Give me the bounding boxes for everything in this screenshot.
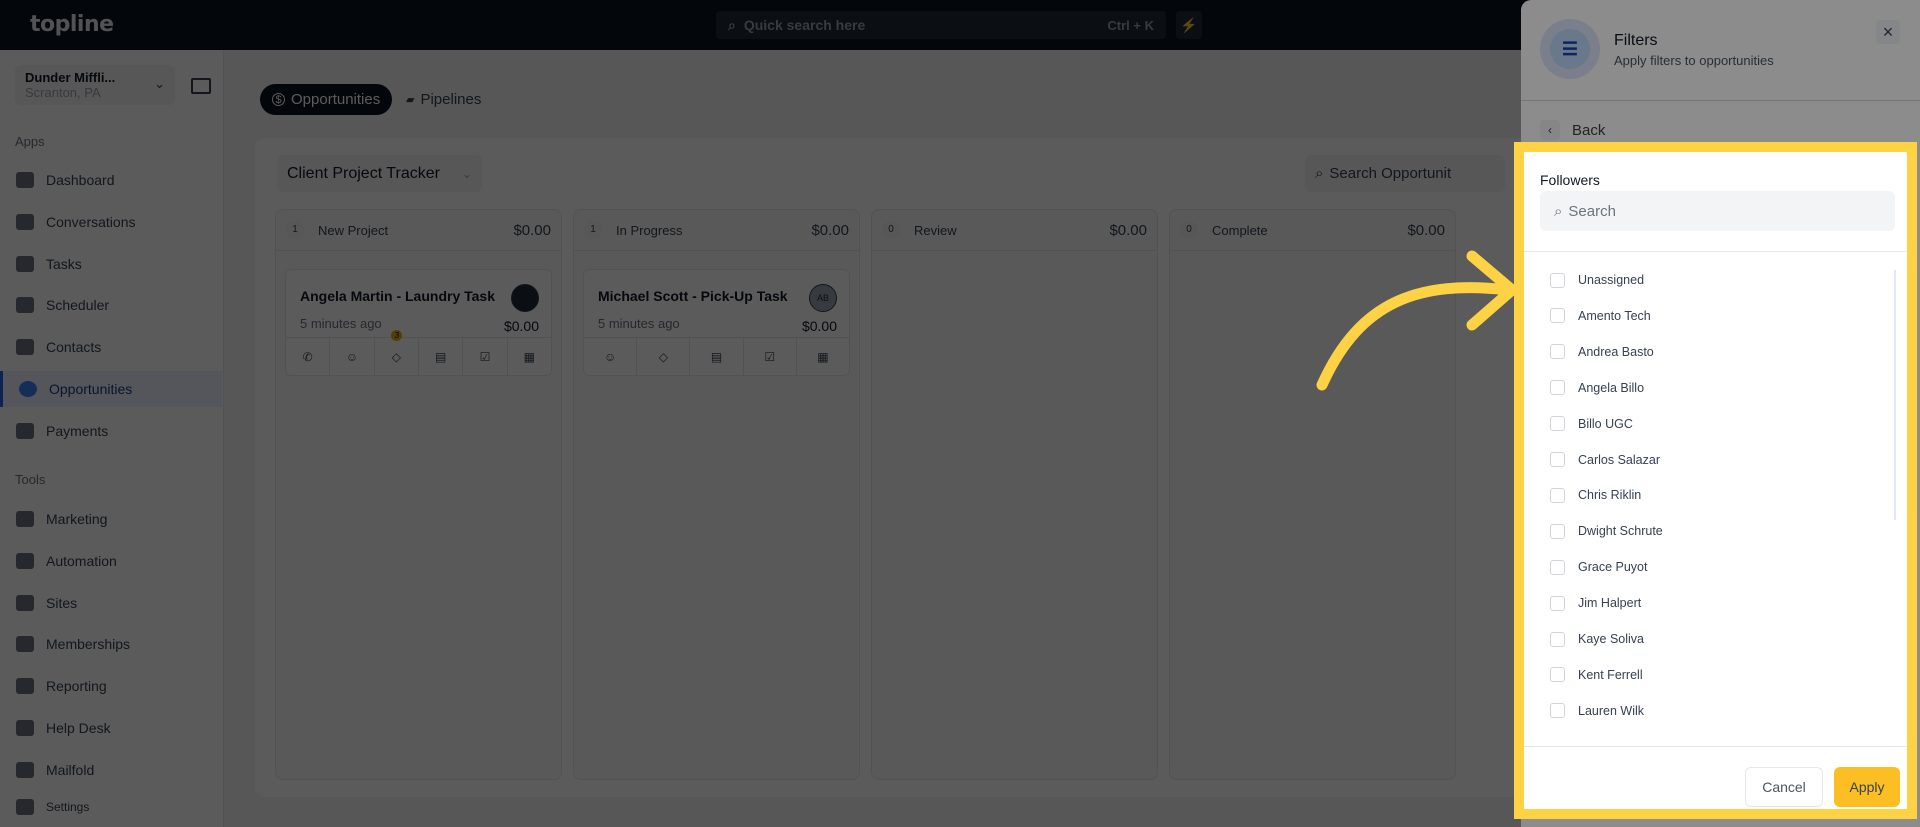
pointer-arrow-icon xyxy=(1316,250,1518,391)
